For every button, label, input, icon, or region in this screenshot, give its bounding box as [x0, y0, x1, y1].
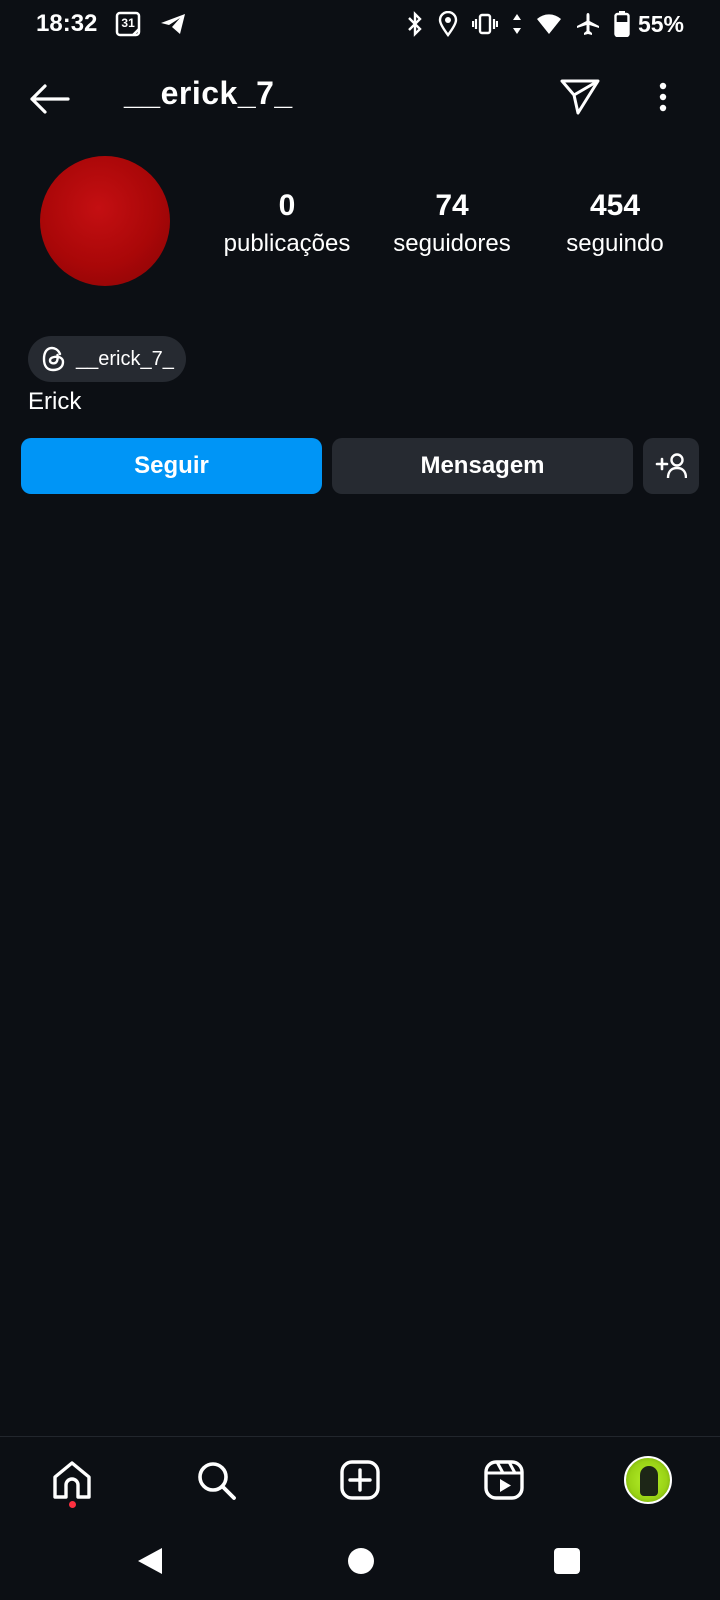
paper-plane-icon	[560, 79, 600, 115]
followers-stat[interactable]: 74 seguidores	[386, 186, 518, 260]
calendar-day: 31	[121, 16, 135, 30]
follow-button[interactable]: Seguir	[21, 438, 322, 494]
battery-icon	[614, 11, 630, 37]
posts-label: publicações	[223, 230, 351, 257]
wifi-icon	[536, 13, 562, 35]
reels-icon	[484, 1460, 524, 1500]
calendar-icon: 31	[115, 11, 141, 37]
status-time: 18:32	[36, 10, 98, 37]
threads-handle: __erick_7_	[76, 347, 174, 370]
bottom-navigation	[0, 1436, 720, 1522]
more-options-button[interactable]	[648, 76, 678, 118]
bluetooth-icon	[406, 11, 424, 37]
data-arrows-icon	[512, 13, 522, 35]
suggested-accounts-button[interactable]	[643, 438, 699, 494]
home-icon	[53, 1461, 91, 1499]
arrow-left-icon	[30, 84, 70, 114]
telegram-icon	[159, 12, 187, 36]
following-label: seguindo	[566, 230, 664, 257]
nav-profile[interactable]	[623, 1455, 673, 1505]
page-title: __erick_7_	[124, 75, 293, 111]
posts-count: 0	[278, 189, 296, 222]
following-stat[interactable]: 454 seguindo	[558, 186, 672, 260]
battery-percentage: 55%	[637, 10, 684, 37]
followers-label: seguidores	[393, 230, 511, 257]
share-profile-button[interactable]	[558, 74, 602, 120]
display-name: Erick	[28, 388, 82, 415]
nav-home[interactable]	[47, 1455, 97, 1508]
profile-avatar[interactable]	[40, 156, 170, 286]
system-home-icon[interactable]	[348, 1548, 374, 1574]
create-icon	[340, 1460, 380, 1500]
system-back-icon[interactable]	[136, 1546, 164, 1576]
back-button[interactable]	[26, 76, 72, 122]
vibrate-icon	[471, 12, 498, 36]
own-profile-avatar	[624, 1456, 672, 1504]
add-person-icon	[655, 453, 687, 479]
system-recents-icon[interactable]	[554, 1548, 580, 1574]
system-navigation-bar	[0, 1522, 720, 1600]
nav-reels[interactable]	[479, 1455, 529, 1505]
following-count: 454	[589, 189, 641, 222]
threads-badge[interactable]: __erick_7_	[28, 336, 186, 382]
nav-search[interactable]	[191, 1455, 241, 1505]
threads-icon	[42, 346, 65, 372]
status-bar: 18:32 31 55%	[0, 0, 720, 48]
message-button[interactable]: Mensagem	[332, 438, 633, 494]
followers-count: 74	[435, 189, 469, 222]
nav-create[interactable]	[335, 1455, 385, 1505]
more-vertical-icon	[659, 82, 667, 112]
airplane-icon	[576, 12, 600, 36]
posts-stat[interactable]: 0 publicações	[218, 186, 356, 260]
search-icon	[198, 1462, 236, 1500]
location-icon	[438, 11, 458, 37]
profile-header: __erick_7_	[0, 62, 720, 134]
notification-dot	[69, 1501, 76, 1508]
